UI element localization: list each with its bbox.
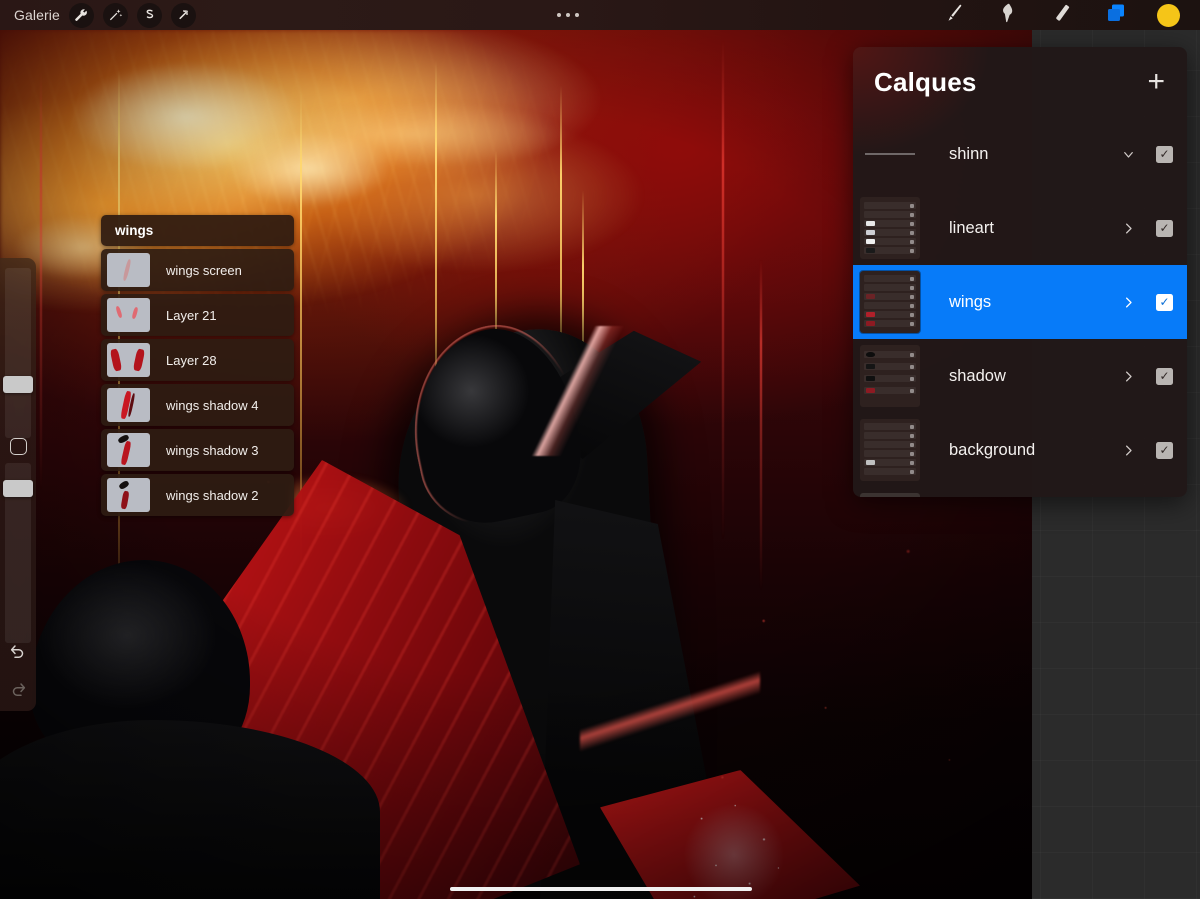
popup-item-label: Layer 28	[166, 352, 217, 368]
actions-wrench-button[interactable]	[68, 2, 94, 28]
layer-name: shinn	[949, 144, 989, 163]
smudge-tool-button[interactable]	[995, 2, 1021, 28]
procreate-app-window: Galerie wings wings screen Layer 21 Laye…	[0, 0, 1200, 899]
popup-item-label: wings screen	[166, 262, 242, 278]
layer-thumbnail	[107, 478, 150, 512]
layer-name: wings	[949, 292, 992, 311]
layers-panel-header: Calques +	[853, 47, 1187, 117]
popup-item-label: Layer 21	[166, 307, 217, 323]
left-sidebar	[0, 258, 36, 711]
group-collapse-indicator	[860, 123, 920, 185]
layer-visibility-checkbox[interactable]: ✓	[1156, 219, 1173, 237]
layer-row-background[interactable]: background ✓	[853, 413, 1187, 487]
adjustments-wand-button[interactable]	[102, 2, 128, 28]
home-indicator[interactable]	[450, 887, 752, 891]
layers-panel-title: Calques	[874, 66, 977, 97]
popup-list-item[interactable]: wings shadow 3	[101, 429, 294, 471]
popup-item-label: wings shadow 4	[166, 397, 259, 413]
layer-row-shinn[interactable]: shinn ✓	[853, 117, 1187, 191]
more-options-button[interactable]	[557, 13, 580, 17]
layer-thumbnail	[107, 433, 150, 467]
layer-row-background-color[interactable]: Couleur d'arrière-plan	[853, 487, 1187, 497]
popup-list-item[interactable]: wings shadow 4	[101, 384, 294, 426]
layer-visibility-checkbox[interactable]: ✓	[1156, 441, 1173, 459]
popup-list-item[interactable]: Layer 21	[101, 294, 294, 336]
chevron-right-icon[interactable]	[1117, 221, 1139, 236]
smudge-icon	[997, 2, 1019, 29]
chevron-right-icon[interactable]	[1117, 443, 1139, 458]
brush-opacity-slider-handle[interactable]	[3, 480, 33, 497]
selection-button[interactable]	[136, 2, 162, 28]
selection-icon	[142, 8, 156, 22]
wrench-icon	[74, 8, 89, 23]
layer-thumbnail	[860, 197, 920, 259]
layer-name: lineart	[949, 218, 994, 237]
layer-visibility-checkbox[interactable]: ✓	[1156, 367, 1173, 385]
toolbar-right-group	[941, 2, 1200, 28]
background-color-swatch[interactable]	[860, 493, 920, 497]
layer-row-lineart[interactable]: lineart ✓	[853, 191, 1187, 265]
eraser-icon	[1051, 2, 1073, 29]
popup-list-item[interactable]: wings screen	[101, 249, 294, 291]
layer-thumbnail	[860, 419, 920, 481]
color-swatch[interactable]	[1157, 3, 1180, 27]
top-toolbar: Galerie	[0, 0, 1200, 30]
layer-visibility-checkbox[interactable]: ✓	[1156, 293, 1173, 311]
chevron-down-icon[interactable]	[1117, 147, 1139, 162]
toolbar-center-group	[196, 13, 941, 17]
layer-name: shadow	[949, 366, 1006, 385]
layer-name: background	[949, 440, 1036, 459]
popup-list-item[interactable]: wings shadow 2	[101, 474, 294, 516]
dot	[566, 13, 571, 17]
dot	[557, 13, 562, 17]
brush-size-slider-handle[interactable]	[3, 376, 33, 393]
chevron-right-icon[interactable]	[1117, 369, 1139, 384]
popup-item-label: wings shadow 2	[166, 487, 259, 503]
layer-sublist-popup: wings wings screen Layer 21 Layer 28 win…	[101, 215, 294, 516]
brush-tool-button[interactable]	[941, 2, 967, 28]
layer-thumbnail	[107, 298, 150, 332]
layer-row-shadow[interactable]: shadow ✓	[853, 339, 1187, 413]
layer-row-wings[interactable]: wings ✓	[853, 265, 1187, 339]
layer-thumbnail	[107, 343, 150, 377]
add-layer-button[interactable]: +	[1147, 67, 1165, 97]
layers-icon	[1104, 1, 1128, 30]
arrow-transform-icon	[176, 8, 190, 22]
layer-thumbnail	[107, 253, 150, 287]
layer-thumbnail	[860, 345, 920, 407]
popup-group-title: wings	[101, 215, 294, 246]
popup-item-label: wings shadow 3	[166, 442, 259, 458]
eraser-tool-button[interactable]	[1049, 2, 1075, 28]
dot	[575, 13, 580, 17]
redo-button[interactable]	[9, 681, 27, 699]
brush-size-slider-track[interactable]	[5, 268, 31, 438]
transform-button[interactable]	[170, 2, 196, 28]
layer-thumbnail	[107, 388, 150, 422]
chevron-right-icon[interactable]	[1117, 295, 1139, 310]
modify-square-button[interactable]	[10, 438, 27, 455]
brush-icon	[943, 2, 965, 29]
layer-visibility-checkbox[interactable]: ✓	[1156, 145, 1173, 163]
layers-panel: Calques + shinn ✓ lineart ✓ wings ✓ shad…	[853, 47, 1187, 497]
undo-button[interactable]	[9, 643, 27, 661]
layer-thumbnail	[859, 270, 921, 334]
toolbar-left-group: Galerie	[0, 2, 196, 28]
magic-wand-icon	[108, 8, 123, 23]
popup-list-item[interactable]: Layer 28	[101, 339, 294, 381]
gallery-button[interactable]: Galerie	[14, 7, 60, 23]
layers-tool-button[interactable]	[1103, 2, 1129, 28]
